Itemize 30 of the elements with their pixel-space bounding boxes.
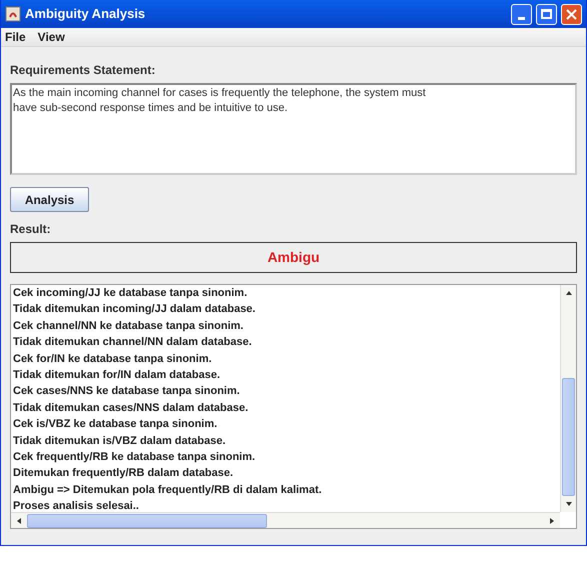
log-line: Tidak ditemukan incoming/JJ dalam database. (13, 302, 256, 318)
horizontal-scroll-thumb[interactable] (27, 514, 267, 528)
log-line: Tidak ditemukan is/VBZ dalam database. (13, 434, 227, 449)
log-line: Cek incoming/JJ ke database tanpa sinonim. (13, 286, 248, 301)
close-icon (566, 8, 577, 20)
result-value: Ambigu (10, 242, 577, 273)
window-title: Ambiguity Analysis (25, 5, 146, 24)
vertical-scrollbar[interactable] (560, 285, 576, 512)
log-line: Cek channel/NN ke database tanpa sinonim. (13, 318, 244, 334)
log-line: Tidak ditemukan cases/NNS dalam database. (13, 400, 250, 416)
maximize-button[interactable] (536, 4, 557, 24)
menu-item[interactable]: File (5, 28, 26, 46)
log-line: Cek is/VBZ ke database tanpa sinonim. (13, 417, 218, 432)
menu-item[interactable]: View (38, 28, 65, 46)
requirements-field[interactable]: As the main incoming channel for cases is frequently the telephone, the system must have sub-second response times and be intuitive to use. (10, 83, 577, 175)
log-line: Proses analisis selesai.. (13, 499, 140, 512)
log-line: Ambigu => Ditemukan pola frequently/RB di dalam kalimat. (13, 482, 323, 498)
log-line: Tidak ditemukan for/IN dalam database. (13, 368, 222, 384)
close-button[interactable] (561, 4, 582, 24)
result-label: Result: (10, 221, 52, 238)
horizontal-scrollbar[interactable] (11, 512, 560, 528)
log-line: Ditemukan frequently/RB dalam database. (13, 466, 234, 482)
log-line: Cek cases/NNS ke database tanpa sinonim. (13, 384, 241, 400)
scroll-thumb[interactable] (562, 378, 575, 496)
log-line: Cek frequently/RB ke database tanpa sinonim. (13, 450, 256, 466)
requirements-label: Requirements Statement: (10, 62, 156, 79)
log-line: Tidak ditemukan channel/NN dalam database. (13, 335, 253, 350)
analysis-button[interactable]: Analysis (10, 187, 89, 212)
log-line: Cek for/IN ke database tanpa sinonim. (13, 352, 213, 367)
minimize-button[interactable] (511, 4, 532, 24)
